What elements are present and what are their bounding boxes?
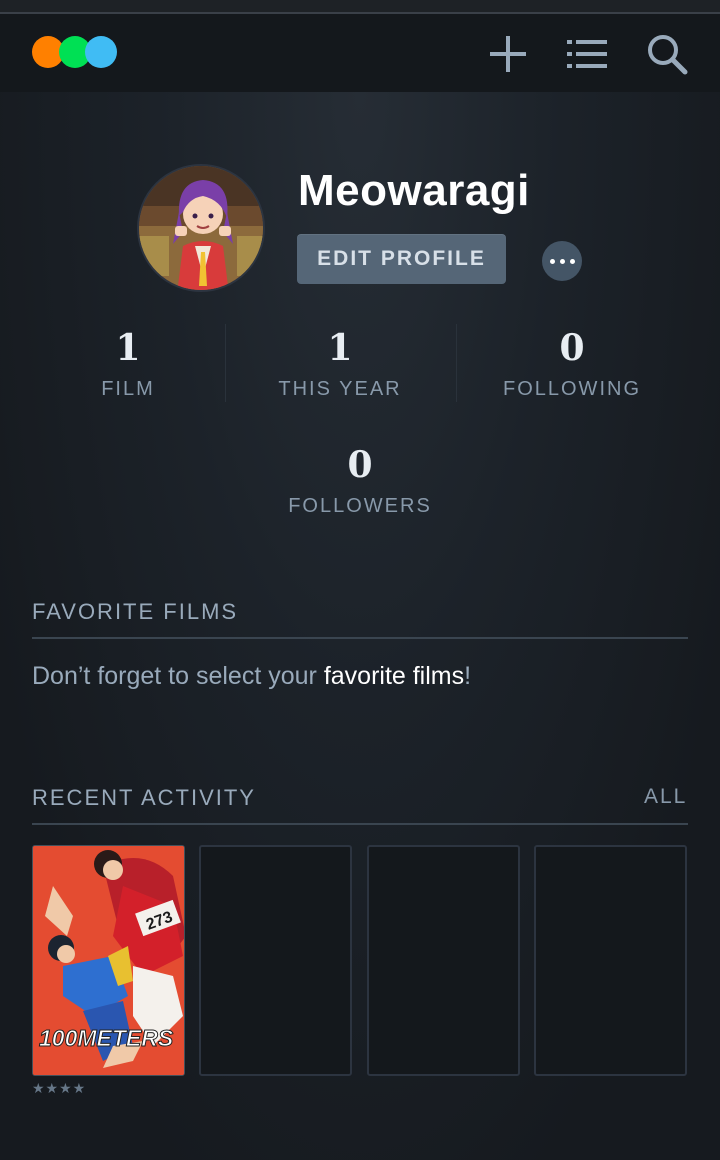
stat-divider [456,324,457,402]
plus-icon[interactable] [486,32,530,76]
stat-this-year[interactable]: 1 THIS YEAR [230,328,450,401]
stat-label: FOLLOWERS [288,495,432,517]
profile-username: Meowaragi [298,166,530,215]
ellipsis-icon-dot [559,258,565,264]
favorite-films-link[interactable]: favorite films [324,662,464,690]
stat-value: 0 [347,444,373,486]
favorite-films-prompt: Don’t forget to select your favorite fil… [32,662,471,691]
ellipsis-icon-dot [569,258,575,264]
stat-following[interactable]: 0 FOLLOWING [462,328,682,401]
section-divider [32,823,688,825]
letterboxd-logo[interactable] [32,36,122,70]
stat-value: 1 [115,327,141,369]
stat-followers[interactable]: 0 FOLLOWERS [250,445,470,518]
stat-label: THIS YEAR [278,378,402,400]
stat-label: FILM [101,378,155,400]
activity-rating-stars: ★★★★ [32,1080,87,1096]
poster-title: 100METERS [39,1025,174,1051]
recent-activity-heading: RECENT ACTIVITY [32,785,256,810]
list-icon[interactable] [565,32,609,76]
activity-poster-placeholder [534,845,687,1076]
activity-poster-placeholder [367,845,520,1076]
section-divider [32,637,688,639]
browser-top-edge [0,0,720,14]
more-options-button[interactable] [542,241,582,281]
prompt-text-end: ! [464,662,472,690]
stat-value: 1 [327,327,353,369]
activity-poster-100-meters[interactable]: 273 100METERS [32,845,185,1076]
stat-films[interactable]: 1 FILM [18,328,238,401]
search-icon[interactable] [645,32,689,76]
activity-poster-placeholder [199,845,352,1076]
top-nav-bar [0,14,720,92]
ellipsis-icon-dot [549,258,555,264]
prompt-text: Don’t forget to select your [32,662,324,690]
edit-profile-button[interactable]: EDIT PROFILE [297,234,506,284]
stat-value: 0 [559,327,585,369]
avatar[interactable] [137,164,265,292]
stat-label: FOLLOWING [502,378,641,400]
all-activity-link[interactable]: ALL [644,785,687,809]
stat-divider [225,324,226,402]
logo-dot-blue [85,36,117,68]
favorite-films-heading: FAVORITE FILMS [32,599,239,624]
